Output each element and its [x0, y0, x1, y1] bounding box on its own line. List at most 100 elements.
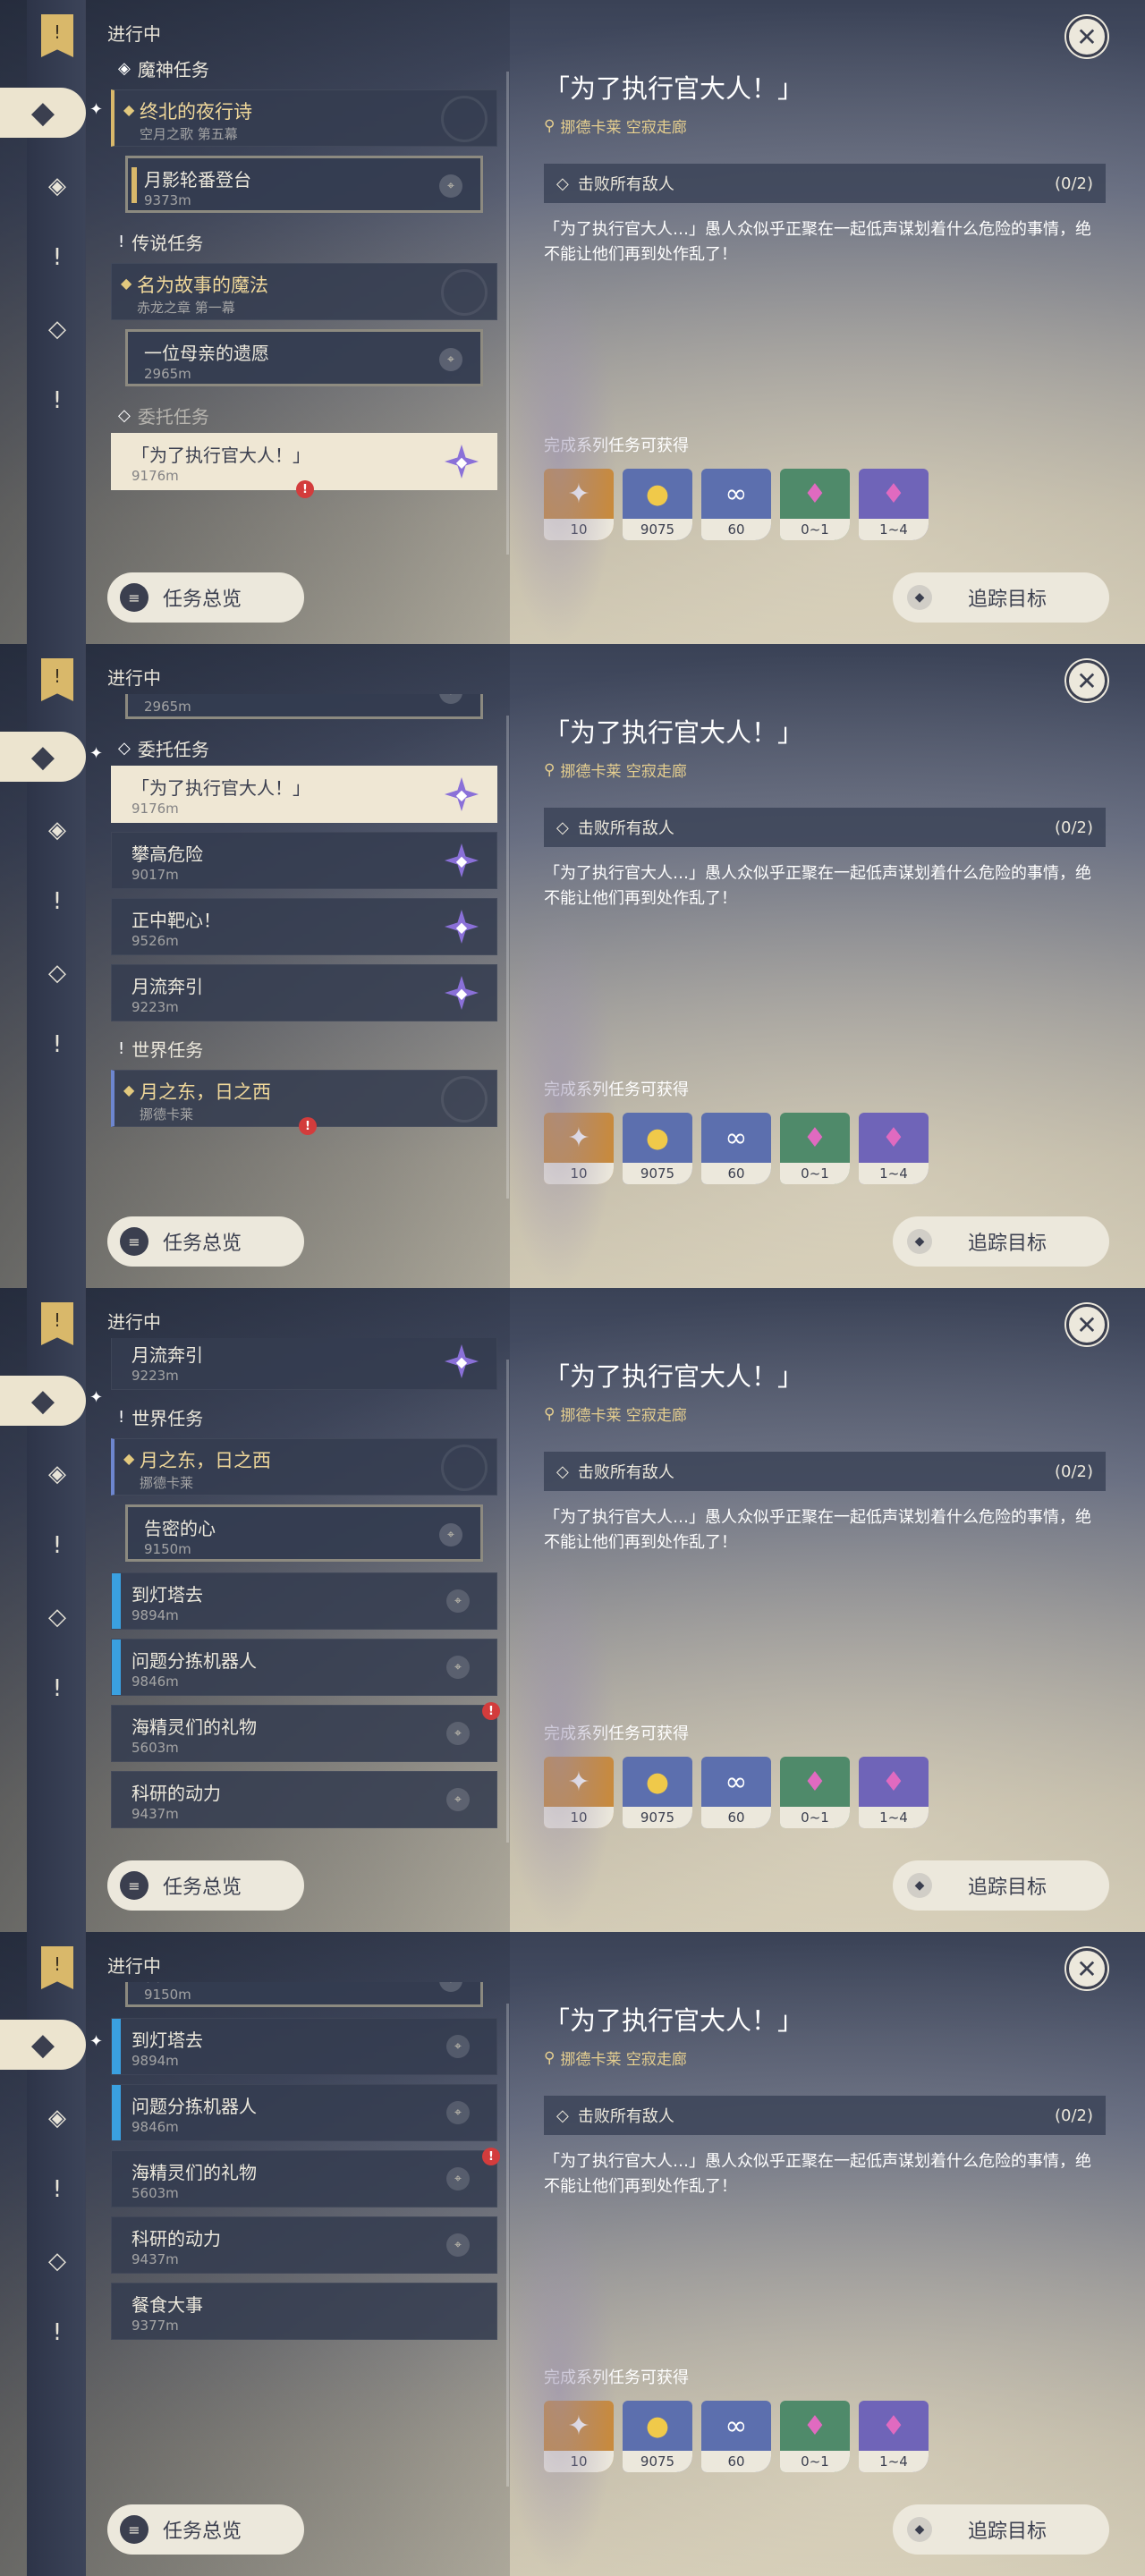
archon-quest-icon[interactable]: ◈: [36, 1453, 79, 1496]
track-target-button[interactable]: ◆ 追踪目标: [893, 2504, 1109, 2555]
reward-mora[interactable]: ● 9075: [623, 1113, 692, 1184]
reward-ore[interactable]: ♦ 0~1: [780, 2401, 850, 2472]
subquest-world[interactable]: 告密的心 9150m ⌖: [125, 1982, 483, 2007]
close-button[interactable]: ✕: [1066, 1304, 1107, 1345]
reward-mora[interactable]: ● 9075: [623, 1757, 692, 1828]
scrollbar[interactable]: [506, 72, 509, 555]
subquest-legend[interactable]: 一位母亲的遗愿 2965m ⌖: [125, 329, 483, 386]
quest-overview-button[interactable]: ≡ 任务总览: [107, 572, 304, 623]
reward-star-glitter[interactable]: ✦ 10: [544, 1757, 614, 1828]
quest-world[interactable]: ◆ 月之东，日之西 挪德卡莱: [111, 1438, 497, 1496]
map-pin-icon[interactable]: ⌖: [446, 2035, 470, 2058]
commission-item[interactable]: 月流奔引 9223m ◆: [111, 1338, 497, 1390]
objective-row: ◇ 击败所有敌人 (0/2): [544, 808, 1106, 847]
subquest-legend[interactable]: 一位母亲的遗愿 2965m ⌖: [125, 694, 483, 719]
world-quest-icon[interactable]: !: [36, 379, 79, 422]
archon-quest-icon[interactable]: ◈: [36, 2097, 79, 2140]
map-pin-icon[interactable]: ⌖: [446, 1788, 470, 1811]
legend-quest-icon[interactable]: !: [36, 2168, 79, 2211]
commission-item[interactable]: 月流奔引 9223m ◆: [111, 964, 497, 1021]
reward-enhancement[interactable]: ♦ 1~4: [859, 469, 929, 540]
commission-item[interactable]: 「为了执行官大人！」 9176m ◆: [111, 766, 497, 823]
quest-archon[interactable]: ◆ 终北的夜行诗 空月之歌 第五幕: [111, 89, 497, 147]
commission-item[interactable]: 「为了执行官大人！」 9176m ◆ !: [111, 433, 497, 498]
reward-ore[interactable]: ♦ 0~1: [780, 1757, 850, 1828]
map-pin-icon[interactable]: ⌖: [446, 1722, 470, 1745]
archon-quest-icon[interactable]: ◈: [36, 165, 79, 208]
objective-progress: (0/2): [1054, 818, 1093, 837]
objective-row: ◇ 击败所有敌人 (0/2): [544, 1452, 1106, 1491]
track-target-button[interactable]: ◆ 追踪目标: [893, 1860, 1109, 1911]
all-quests-icon[interactable]: ◆: [0, 1376, 86, 1426]
reward-companionship[interactable]: ∞ 60: [701, 1113, 771, 1184]
map-pin-icon[interactable]: ⌖: [439, 174, 462, 198]
location-pin-icon: ⚲: [544, 116, 556, 135]
quest-overview-button[interactable]: ≡ 任务总览: [107, 1860, 304, 1911]
close-button[interactable]: ✕: [1066, 1948, 1107, 1989]
map-pin-icon[interactable]: ⌖: [446, 1656, 470, 1679]
world-item[interactable]: 科研的动力 9437m ⌖: [111, 1771, 497, 1828]
subquest-world[interactable]: 告密的心 9150m ⌖: [125, 1504, 483, 1562]
map-pin-icon[interactable]: ⌖: [439, 1982, 462, 1992]
world-item[interactable]: 海精灵们的礼物 5603m ⌖ !: [111, 1702, 500, 1762]
reward-ore[interactable]: ♦ 0~1: [780, 469, 850, 540]
map-pin-icon[interactable]: ⌖: [446, 1589, 470, 1613]
close-button[interactable]: ✕: [1066, 16, 1107, 57]
legend-quest-icon[interactable]: !: [36, 880, 79, 923]
commission-icon[interactable]: ◇: [36, 308, 79, 351]
map-pin-icon[interactable]: ⌖: [446, 2101, 470, 2124]
all-quests-icon[interactable]: ◆: [0, 2020, 86, 2070]
archon-quest-icon[interactable]: ◈: [36, 809, 79, 852]
commission-item[interactable]: 正中靶心！ 9526m ◆: [111, 898, 497, 955]
reward-enhancement[interactable]: ♦ 1~4: [859, 1757, 929, 1828]
world-quest-icon[interactable]: !: [36, 1023, 79, 1066]
world-item[interactable]: 问题分拣机器人 9846m ⌖: [111, 1639, 497, 1696]
world-quest-icon[interactable]: !: [36, 2311, 79, 2354]
world-item[interactable]: 海精灵们的礼物 5603m ⌖ !: [111, 2148, 500, 2207]
reward-star-glitter[interactable]: ✦ 10: [544, 1113, 614, 1184]
map-pin-icon[interactable]: ⌖: [439, 348, 462, 371]
track-target-button[interactable]: ◆ 追踪目标: [893, 572, 1109, 623]
scrollbar[interactable]: [506, 1360, 509, 1843]
close-button[interactable]: ✕: [1066, 660, 1107, 701]
world-item[interactable]: 到灯塔去 9894m ⌖: [111, 2018, 497, 2075]
map-pin-icon[interactable]: ⌖: [446, 2233, 470, 2257]
reward-star-glitter[interactable]: ✦ 10: [544, 469, 614, 540]
commission-icon[interactable]: ◇: [36, 952, 79, 995]
world-item[interactable]: 问题分拣机器人 9846m ⌖: [111, 2084, 497, 2141]
all-quests-icon[interactable]: ◆: [0, 732, 86, 782]
item-title: 海精灵们的礼物: [131, 2162, 257, 2183]
reward-enhancement[interactable]: ♦ 1~4: [859, 1113, 929, 1184]
map-pin-icon[interactable]: ⌖: [439, 1523, 462, 1546]
reward-ore[interactable]: ♦ 0~1: [780, 1113, 850, 1184]
reward-star-glitter[interactable]: ✦ 10: [544, 2401, 614, 2472]
quest-legend[interactable]: ◆ 名为故事的魔法 赤龙之章 第一幕: [111, 263, 497, 320]
reward-companionship[interactable]: ∞ 60: [701, 2401, 771, 2472]
quest-overview-button[interactable]: ≡ 任务总览: [107, 1216, 304, 1267]
world-quest-icon[interactable]: !: [36, 1667, 79, 1710]
world-item[interactable]: 科研的动力 9437m ⌖: [111, 2216, 497, 2274]
scrollbar[interactable]: [506, 716, 509, 1199]
crystal-icon: ♦: [802, 2410, 827, 2442]
reward-mora[interactable]: ● 9075: [623, 469, 692, 540]
world-item[interactable]: 到灯塔去 9894m ⌖: [111, 1572, 497, 1630]
scrollbar[interactable]: [506, 2004, 509, 2487]
quest-overview-button[interactable]: ≡ 任务总览: [107, 2504, 304, 2555]
map-pin-icon[interactable]: ⌖: [446, 2167, 470, 2190]
quest-world[interactable]: ◆ 月之东，日之西 挪德卡莱 !: [111, 1070, 497, 1135]
commission-item[interactable]: 攀高危险 9017m ◆: [111, 832, 497, 889]
reward-enhancement[interactable]: ♦ 1~4: [859, 2401, 929, 2472]
track-target-button[interactable]: ◆ 追踪目标: [893, 1216, 1109, 1267]
reward-companionship[interactable]: ∞ 60: [701, 469, 771, 540]
world-item[interactable]: 餐食大事 9377m: [111, 2283, 497, 2340]
reward-mora[interactable]: ● 9075: [623, 2401, 692, 2472]
objective-progress: (0/2): [1054, 2106, 1093, 2125]
subquest-archon[interactable]: 月影轮番登台 9373m ⌖: [125, 156, 483, 213]
all-quests-icon[interactable]: ◆: [0, 88, 86, 138]
map-pin-icon[interactable]: ⌖: [439, 694, 462, 704]
legend-quest-icon[interactable]: !: [36, 236, 79, 279]
commission-icon[interactable]: ◇: [36, 2240, 79, 2283]
reward-companionship[interactable]: ∞ 60: [701, 1757, 771, 1828]
commission-icon[interactable]: ◇: [36, 1596, 79, 1639]
legend-quest-icon[interactable]: !: [36, 1524, 79, 1567]
